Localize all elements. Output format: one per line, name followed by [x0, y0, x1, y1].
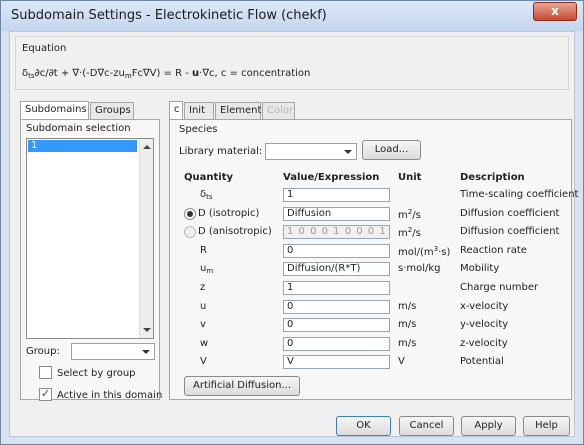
unit-label: m2/s — [398, 226, 421, 240]
description-label: x-velocity — [460, 300, 509, 312]
ok-button[interactable]: OK — [336, 416, 391, 436]
tab-element[interactable]: Element — [215, 102, 261, 119]
unit-label: m/s — [398, 337, 417, 349]
description-label: Charge number — [460, 282, 539, 293]
header-description: Description — [460, 172, 525, 183]
description-label: Time-scaling coefficient — [460, 189, 579, 200]
apply-button[interactable]: Apply — [461, 416, 516, 436]
unit-label: m/s — [398, 300, 417, 312]
subdomains-panel: Subdomain selection 1 Group: Select by g… — [20, 119, 163, 401]
quantity-label: δts — [200, 189, 213, 201]
species-label: Species — [179, 124, 218, 135]
unit-label: V — [398, 356, 405, 368]
value-field[interactable]: 0 — [283, 318, 390, 333]
value-field[interactable]: 0 — [283, 336, 390, 351]
tab-subdomains[interactable]: Subdomains — [20, 101, 89, 119]
active-in-domain-label: Active in this domain — [57, 390, 163, 401]
active-in-domain-checkbox[interactable] — [39, 387, 52, 401]
unit-label: m2/s — [398, 207, 421, 221]
quantity-label: v — [200, 319, 206, 331]
description-label: Reaction rate — [460, 244, 527, 256]
list-item[interactable]: 1 — [28, 140, 137, 152]
value-field[interactable]: 0 — [283, 299, 390, 314]
value-field: 1 0 0 0 1 0 0 0 1 — [283, 225, 390, 240]
quantity-label: V — [200, 356, 207, 368]
quantity-label: R — [200, 244, 207, 256]
select-by-group-checkbox[interactable] — [39, 366, 52, 379]
dialog-window: Subdomain Settings - Electrokinetic Flow… — [0, 0, 584, 445]
unit-label: s·mol/kg — [398, 263, 441, 275]
quantity-label: z — [200, 282, 206, 293]
equation-text: δts∂c/∂t + ∇·(-D∇c-zumFc∇V) = R - u·∇c, … — [22, 68, 311, 80]
description-label: Diffusion coefficient — [460, 207, 560, 219]
help-button[interactable]: Help — [523, 416, 570, 436]
header-unit: Unit — [398, 172, 422, 183]
close-button[interactable]: x — [533, 2, 577, 21]
header-value: Value/Expression — [283, 172, 380, 183]
tab-init[interactable]: Init — [184, 102, 214, 119]
list-scrollbar[interactable] — [139, 139, 153, 338]
value-field[interactable]: Diffusion — [283, 206, 390, 221]
description-label: Diffusion coefficient — [460, 226, 560, 238]
library-material-select[interactable] — [265, 143, 357, 160]
unit-label: m/s — [398, 319, 417, 331]
coefficients-panel: Species Library material: Load... Quanti… — [169, 119, 578, 400]
quantity-label: D (anisotropic) — [198, 226, 272, 238]
quantity-label: D (isotropic) — [198, 207, 260, 219]
group-select[interactable] — [71, 343, 155, 360]
select-by-group-label: Select by group — [57, 368, 136, 379]
value-field[interactable]: V — [283, 355, 390, 370]
chevron-down-icon — [142, 350, 150, 354]
load-button[interactable]: Load... — [362, 140, 421, 160]
subdomain-selection-label: Subdomain selection — [26, 123, 131, 134]
equation-group: Equation δts∂c/∂t + ∇·(-D∇c-zumFc∇V) = R… — [15, 36, 569, 90]
description-label: z-velocity — [460, 337, 508, 349]
tab-color: Color — [262, 102, 295, 119]
value-field[interactable]: 0 — [283, 243, 390, 258]
quantity-label: u — [200, 300, 207, 312]
tab-groups[interactable]: Groups — [90, 102, 134, 119]
title-bar[interactable]: Subdomain Settings - Electrokinetic Flow… — [1, 1, 583, 31]
equation-label: Equation — [22, 43, 67, 54]
subdomain-list[interactable]: 1 — [26, 138, 154, 339]
description-label: y-velocity — [460, 319, 509, 331]
cancel-button[interactable]: Cancel — [399, 416, 454, 436]
header-quantity: Quantity — [184, 172, 233, 183]
description-label: Potential — [460, 356, 504, 368]
quantity-radio[interactable] — [184, 207, 196, 220]
value-field[interactable]: 1 — [283, 281, 390, 295]
unit-label: mol/(m3·s) — [398, 244, 451, 258]
dialog-client-area: Equation δts∂c/∂t + ∇·(-D∇c-zumFc∇V) = R… — [9, 31, 578, 437]
value-field[interactable]: 1 — [283, 188, 390, 202]
group-label: Group: — [26, 346, 60, 357]
description-label: Mobility — [460, 263, 500, 275]
scroll-down-icon[interactable] — [143, 328, 151, 332]
scroll-up-icon[interactable] — [143, 145, 151, 149]
library-material-label: Library material: — [179, 146, 263, 157]
quantity-radio[interactable] — [184, 226, 196, 239]
chevron-down-icon — [344, 150, 352, 154]
window-title: Subdomain Settings - Electrokinetic Flow… — [11, 8, 327, 23]
quantity-label: um — [200, 263, 214, 276]
value-field[interactable]: Diffusion/(R*T) — [283, 262, 390, 277]
tab-c[interactable]: c — [169, 101, 183, 119]
artificial-diffusion-button[interactable]: Artificial Diffusion... — [184, 376, 300, 396]
quantity-label: w — [200, 337, 209, 349]
